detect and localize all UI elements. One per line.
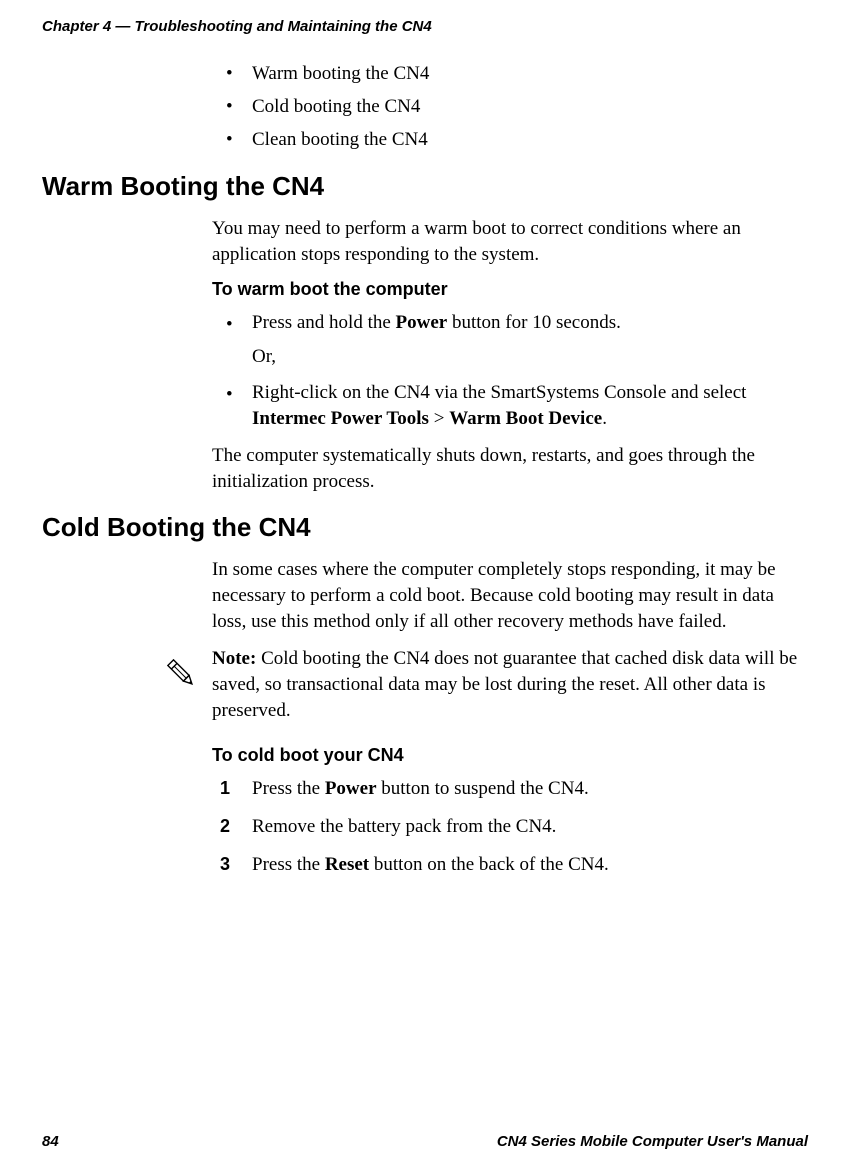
body-paragraph: In some cases where the computer complet…: [212, 557, 798, 634]
body-paragraph: The computer systematically shuts down, …: [212, 443, 798, 494]
list-item: Cold booting the CN4: [212, 96, 798, 118]
step-text-gt: >: [429, 408, 449, 429]
bullet-marker: •: [226, 312, 233, 338]
body-paragraph: You may need to perform a warm boot to c…: [212, 216, 798, 267]
step-text-pre: Right-click on the CN4 via the SmartSyst…: [252, 382, 746, 403]
step-number: 1: [220, 776, 230, 800]
cold-boot-steps: 1 Press the Power button to suspend the …: [212, 776, 798, 877]
page-content: Warm booting the CN4 Cold booting the CN…: [212, 63, 798, 877]
cold-boot-heading: Cold Booting the CN4: [42, 512, 798, 543]
note-text: Note: Cold booting the CN4 does not guar…: [212, 646, 798, 723]
note-body: Cold booting the CN4 does not guarantee …: [212, 648, 797, 720]
warm-boot-steps: • Press and hold the Power button for 10…: [212, 310, 798, 336]
step-text-post: button to suspend the CN4.: [377, 778, 589, 799]
list-item: 1 Press the Power button to suspend the …: [212, 776, 798, 802]
step-text: Remove the battery pack from the CN4.: [252, 816, 556, 837]
warm-boot-heading: Warm Booting the CN4: [42, 171, 798, 202]
step-text-post: button on the back of the CN4.: [369, 854, 609, 875]
list-item: Warm booting the CN4: [212, 63, 798, 85]
page-footer: 84 CN4 Series Mobile Computer User's Man…: [42, 1133, 808, 1150]
bullet-marker: •: [226, 382, 233, 408]
cold-boot-subheading: To cold boot your CN4: [212, 745, 798, 766]
step-text-pre: Press the: [252, 854, 325, 875]
step-text-bold: Power: [325, 778, 377, 799]
step-text-bold: Warm Boot Device: [449, 408, 602, 429]
note-block: Note: Cold booting the CN4 does not guar…: [162, 646, 798, 723]
manual-title: CN4 Series Mobile Computer User's Manual: [497, 1133, 808, 1150]
list-item: • Right-click on the CN4 via the SmartSy…: [212, 380, 798, 431]
note-label: Note:: [212, 648, 256, 669]
step-text-bold: Power: [396, 312, 448, 333]
warm-boot-steps-2: • Right-click on the CN4 via the SmartSy…: [212, 380, 798, 431]
step-text-bold: Intermec Power Tools: [252, 408, 429, 429]
or-text: Or,: [212, 346, 798, 368]
step-number: 3: [220, 852, 230, 876]
step-text-pre: Press the: [252, 778, 325, 799]
warm-boot-subheading: To warm boot the computer: [212, 279, 798, 300]
step-text-bold: Reset: [325, 854, 369, 875]
list-item: • Press and hold the Power button for 10…: [212, 310, 798, 336]
step-text-pre: Press and hold the: [252, 312, 396, 333]
page-number: 84: [42, 1133, 59, 1150]
list-item: 3 Press the Reset button on the back of …: [212, 852, 798, 878]
note-pencil-icon: [162, 654, 202, 694]
step-text-post: button for 10 seconds.: [447, 312, 621, 333]
list-item: 2 Remove the battery pack from the CN4.: [212, 814, 798, 840]
list-item: Clean booting the CN4: [212, 129, 798, 151]
step-text-post: .: [602, 408, 607, 429]
step-number: 2: [220, 814, 230, 838]
intro-bullet-list: Warm booting the CN4 Cold booting the CN…: [212, 63, 798, 151]
chapter-header: Chapter 4 — Troubleshooting and Maintain…: [42, 18, 808, 35]
